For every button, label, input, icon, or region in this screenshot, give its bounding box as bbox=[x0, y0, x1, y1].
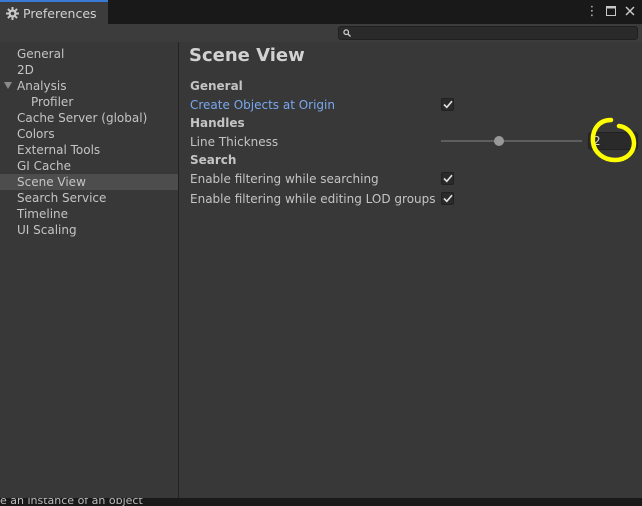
fold-arrow-icon[interactable] bbox=[4, 82, 12, 89]
sidebar-item-colors[interactable]: Colors bbox=[0, 126, 178, 142]
status-text: e an instance of an object bbox=[0, 498, 143, 506]
tab-title: Preferences bbox=[23, 5, 97, 21]
sidebar-item-label: GI Cache bbox=[17, 159, 71, 173]
title-bar: Preferences ⋮ bbox=[0, 0, 642, 24]
sidebar-item-label: 2D bbox=[17, 63, 34, 77]
sidebar-item-label: Colors bbox=[17, 127, 55, 141]
preferences-window: Preferences ⋮ General 2D Analysis Profil… bbox=[0, 0, 642, 506]
sidebar-item-label: General bbox=[17, 47, 65, 61]
sidebar-item-profiler[interactable]: Profiler bbox=[0, 94, 178, 110]
line-thickness-label: Line Thickness bbox=[190, 135, 279, 149]
sidebar-item-label: Timeline bbox=[17, 207, 69, 221]
status-bar: e an instance of an object bbox=[0, 498, 642, 506]
window-controls: ⋮ bbox=[586, 3, 636, 19]
sidebar-item-label: Analysis bbox=[17, 79, 67, 93]
filter-lod-checkbox[interactable] bbox=[441, 192, 454, 205]
sidebar-item-label: Profiler bbox=[31, 95, 74, 109]
sidebar-item-scene-view[interactable]: Scene View bbox=[0, 174, 178, 190]
sidebar-item-general[interactable]: General bbox=[0, 46, 178, 62]
line-thickness-slider-track[interactable] bbox=[441, 140, 582, 142]
sidebar-item-external-tools[interactable]: External Tools bbox=[0, 142, 178, 158]
search-input[interactable] bbox=[351, 27, 637, 39]
sidebar: General 2D Analysis Profiler Cache Serve… bbox=[0, 42, 179, 498]
search-box[interactable] bbox=[338, 26, 638, 40]
sidebar-item-label: UI Scaling bbox=[17, 223, 77, 237]
line-thickness-slider-thumb[interactable] bbox=[494, 136, 504, 146]
tab-preferences[interactable]: Preferences bbox=[0, 0, 108, 24]
sidebar-item-timeline[interactable]: Timeline bbox=[0, 206, 178, 222]
create-objects-checkbox[interactable] bbox=[441, 98, 454, 111]
filter-searching-checkbox[interactable] bbox=[441, 172, 454, 185]
checkmark-icon bbox=[442, 100, 453, 109]
more-icon[interactable]: ⋮ bbox=[586, 3, 599, 19]
filter-searching-label: Enable filtering while searching bbox=[190, 172, 379, 186]
filter-lod-label: Enable filtering while editing LOD group… bbox=[190, 192, 436, 206]
sidebar-item-label: Search Service bbox=[17, 191, 107, 205]
sidebar-item-search-service[interactable]: Search Service bbox=[0, 190, 178, 206]
section-heading-handles: Handles bbox=[190, 116, 245, 130]
maximize-icon[interactable] bbox=[605, 3, 617, 19]
gear-icon bbox=[6, 6, 19, 20]
toolbar bbox=[0, 24, 642, 42]
close-icon[interactable] bbox=[624, 3, 636, 19]
page-title: Scene View bbox=[189, 45, 305, 66]
checkmark-icon bbox=[442, 194, 453, 203]
sidebar-item-cache-server[interactable]: Cache Server (global) bbox=[0, 110, 178, 126]
sidebar-item-2d[interactable]: 2D bbox=[0, 62, 178, 78]
sidebar-item-label: Cache Server (global) bbox=[17, 111, 148, 125]
create-objects-label: Create Objects at Origin bbox=[190, 98, 335, 112]
sidebar-item-label: Scene View bbox=[17, 175, 86, 189]
checkmark-icon bbox=[442, 174, 453, 183]
sidebar-item-label: External Tools bbox=[17, 143, 101, 157]
sidebar-item-gi-cache[interactable]: GI Cache bbox=[0, 158, 178, 174]
section-heading-search: Search bbox=[190, 153, 237, 167]
sidebar-item-ui-scaling[interactable]: UI Scaling bbox=[0, 222, 178, 238]
annotation-circle-icon bbox=[590, 117, 637, 163]
sidebar-item-analysis[interactable]: Analysis bbox=[0, 78, 178, 94]
section-heading-general: General bbox=[190, 79, 243, 93]
search-icon bbox=[343, 26, 351, 40]
settings-panel: Scene View General Create Objects at Ori… bbox=[179, 42, 642, 498]
